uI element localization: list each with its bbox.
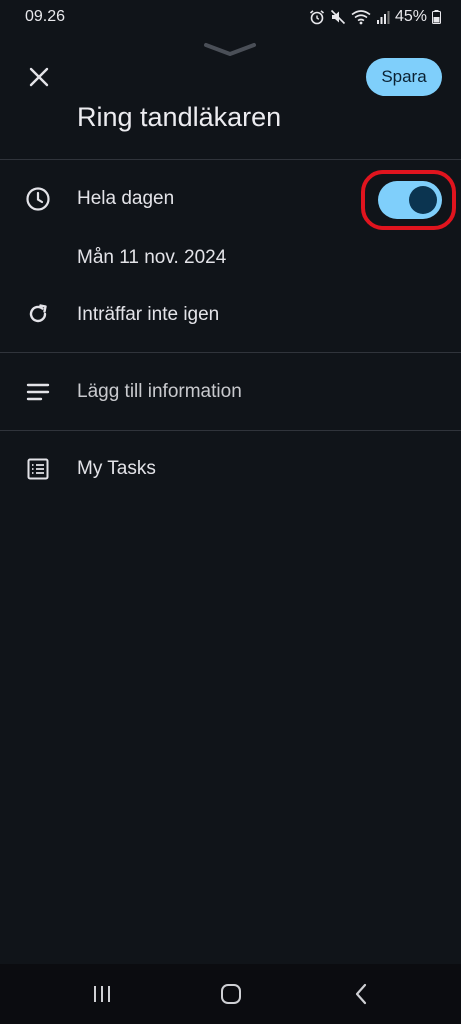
toggle-knob — [409, 186, 437, 214]
battery-percent: 45% — [394, 8, 427, 25]
clock-icon — [24, 185, 52, 213]
status-icons: 45% — [309, 7, 441, 27]
close-button[interactable] — [20, 58, 58, 96]
status-time: 09.26 — [25, 8, 66, 25]
back-button[interactable] — [341, 978, 381, 1010]
task-list-label: My Tasks — [77, 458, 156, 479]
date-label: Mån 11 nov. 2024 — [77, 247, 227, 268]
add-details-label: Lägg till information — [77, 381, 242, 402]
screen: 09.26 45% Spara Ring tandläkaren Hela da… — [0, 0, 461, 1024]
divider — [0, 159, 461, 160]
save-button[interactable]: Spara — [366, 58, 442, 96]
repeat-row[interactable] — [0, 290, 461, 338]
repeat-label: Inträffar inte igen — [77, 304, 220, 325]
mute-icon — [330, 9, 346, 25]
task-list-row[interactable] — [0, 436, 461, 502]
close-icon — [29, 67, 49, 87]
recent-apps-button[interactable] — [82, 978, 122, 1010]
all-day-label: Hela dagen — [77, 188, 175, 209]
home-icon — [221, 984, 241, 1004]
back-icon — [355, 983, 367, 1005]
list-icon — [24, 455, 52, 483]
repeat-icon — [24, 300, 52, 328]
wifi-icon — [351, 9, 371, 25]
collapse-chevron-icon[interactable] — [203, 40, 257, 60]
navigation-bar — [0, 964, 461, 1024]
divider — [0, 430, 461, 431]
recent-apps-icon — [94, 986, 110, 1002]
battery-icon — [432, 10, 441, 24]
home-button[interactable] — [211, 978, 251, 1010]
signal-icon — [376, 9, 390, 25]
alarm-icon — [309, 9, 325, 25]
task-title[interactable]: Ring tandläkaren — [77, 102, 281, 133]
date-row[interactable] — [0, 236, 461, 280]
all-day-toggle[interactable] — [378, 181, 442, 219]
divider — [0, 352, 461, 353]
notes-icon — [24, 378, 52, 406]
status-bar: 09.26 45% — [0, 0, 461, 34]
